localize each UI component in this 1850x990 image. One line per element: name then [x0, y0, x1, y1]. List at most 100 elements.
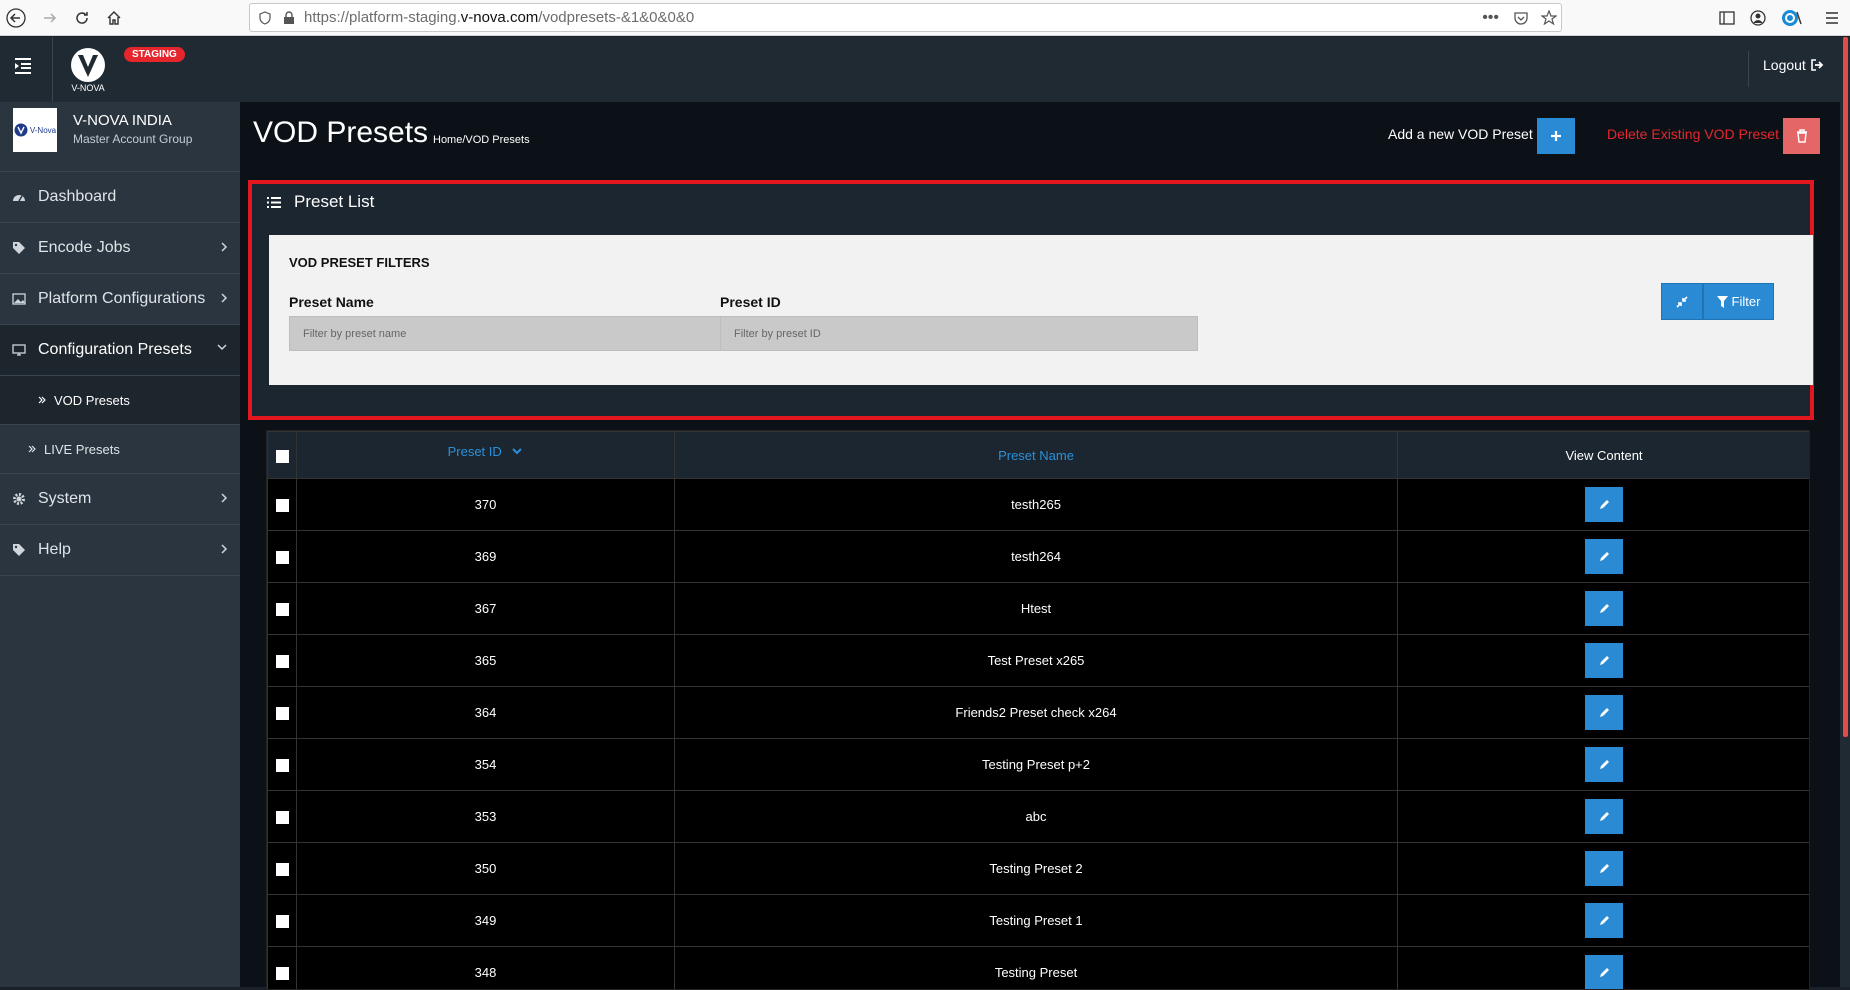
- gear-icon: [10, 492, 28, 506]
- table-row: 354Testing Preset p+2: [268, 739, 1811, 791]
- sidebar-item-platform-configurations[interactable]: Platform Configurations: [0, 274, 240, 325]
- row-checkbox[interactable]: [276, 863, 289, 876]
- reader-button[interactable]: [1713, 4, 1741, 32]
- sidebar-subitem-live-presets[interactable]: LIVE Presets: [0, 425, 240, 474]
- row-checkbox[interactable]: [276, 603, 289, 616]
- preset-name-label: Preset Name: [289, 294, 374, 310]
- view-content-cell: [1398, 687, 1811, 739]
- row-checkbox[interactable]: [276, 759, 289, 772]
- preset-list-panel: Preset List VOD PRESET FILTERS Preset Na…: [248, 180, 1814, 420]
- account-logo: V-Nova: [13, 108, 57, 152]
- preset-name-cell: abc: [675, 791, 1398, 843]
- edit-preset-button[interactable]: [1585, 851, 1623, 886]
- sidebar-item-encode-jobs[interactable]: Encode Jobs: [0, 223, 240, 274]
- row-select-cell: [268, 947, 297, 990]
- address-bar[interactable]: https://platform-staging.v-nova.com/vodp…: [249, 3, 1562, 32]
- row-checkbox[interactable]: [276, 967, 289, 980]
- column-header-preset-id[interactable]: Preset ID: [297, 432, 675, 479]
- filter-button[interactable]: Filter: [1703, 283, 1774, 320]
- edit-preset-button[interactable]: [1585, 903, 1623, 938]
- menu-button[interactable]: [1818, 4, 1846, 32]
- sidebar-item-label: Encode Jobs: [38, 239, 131, 257]
- sidebar-item-system[interactable]: System: [0, 474, 240, 525]
- view-content-cell: [1398, 791, 1811, 843]
- forward-button[interactable]: [36, 4, 64, 32]
- table-row: 365Test Preset x265: [268, 635, 1811, 687]
- edit-preset-button[interactable]: [1585, 487, 1623, 522]
- breadcrumb-home-link[interactable]: Home: [433, 134, 462, 146]
- preset-id-input[interactable]: [720, 316, 1198, 351]
- sidebar-item-label: Platform Configurations: [38, 290, 205, 308]
- sidebar-toggle-icon: [1719, 11, 1735, 25]
- preset-name-cell: Testing Preset 1: [675, 895, 1398, 947]
- account-button[interactable]: [1744, 4, 1772, 32]
- sidebar-subitem-vod-presets[interactable]: VOD Presets: [0, 376, 240, 425]
- sidebar-item-dashboard[interactable]: Dashboard: [0, 172, 240, 223]
- row-checkbox[interactable]: [276, 707, 289, 720]
- view-content-cell: [1398, 739, 1811, 791]
- more-icon[interactable]: •••: [1482, 9, 1499, 27]
- select-all-checkbox[interactable]: [276, 450, 289, 463]
- vnova-logo: V-NOVA: [66, 47, 110, 93]
- pocket-icon: [1513, 10, 1529, 26]
- preset-id-cell: 348: [297, 947, 675, 990]
- edit-preset-button[interactable]: [1585, 799, 1623, 834]
- double-chevron-right-icon: [28, 445, 36, 453]
- reload-button[interactable]: [68, 4, 96, 32]
- breadcrumb-current: VOD Presets: [465, 134, 529, 146]
- delete-preset-button[interactable]: [1783, 118, 1820, 154]
- preset-name-cell: Testing Preset 2: [675, 843, 1398, 895]
- row-checkbox[interactable]: [276, 811, 289, 824]
- row-checkbox[interactable]: [276, 551, 289, 564]
- sidebar-item-configuration-presets[interactable]: Configuration Presets: [0, 325, 240, 376]
- filters-title: VOD PRESET FILTERS: [289, 255, 430, 270]
- edit-preset-button[interactable]: [1585, 695, 1623, 730]
- account-name: V-NOVA INDIA: [73, 112, 172, 129]
- list-icon: [266, 196, 282, 209]
- row-checkbox[interactable]: [276, 915, 289, 928]
- sign-out-icon: [1810, 58, 1824, 72]
- preset-id-cell: 349: [297, 895, 675, 947]
- edit-preset-button[interactable]: [1585, 747, 1623, 782]
- url-text: https://platform-staging.v-nova.com/vodp…: [304, 9, 694, 26]
- edit-preset-button[interactable]: [1585, 955, 1623, 990]
- sort-desc-icon: [511, 448, 523, 456]
- back-button[interactable]: [2, 4, 30, 32]
- row-checkbox[interactable]: [276, 655, 289, 668]
- row-checkbox[interactable]: [276, 499, 289, 512]
- edit-preset-button[interactable]: [1585, 643, 1623, 678]
- collapse-filters-button[interactable]: [1661, 283, 1703, 320]
- preset-name-cell: Htest: [675, 583, 1398, 635]
- view-content-cell: [1398, 947, 1811, 990]
- home-button[interactable]: [100, 4, 128, 32]
- logout-button[interactable]: Logout: [1763, 57, 1824, 73]
- pencil-icon: [1599, 967, 1610, 978]
- scrollbar-thumb[interactable]: [1843, 37, 1848, 737]
- add-preset-button[interactable]: [1537, 118, 1575, 154]
- extension-button[interactable]: [1776, 4, 1804, 32]
- sidebar-toggle-button[interactable]: [12, 55, 38, 81]
- tags-icon: [10, 543, 28, 557]
- sidebar-item-label: System: [38, 490, 91, 508]
- page-scrollbar[interactable]: [1840, 37, 1850, 987]
- browser-toolbar: https://platform-staging.v-nova.com/vodp…: [0, 0, 1850, 36]
- lock-icon: [282, 11, 296, 25]
- edit-preset-button[interactable]: [1585, 539, 1623, 574]
- column-header-preset-name[interactable]: Preset Name: [675, 432, 1398, 479]
- hamburger-menu-icon: [1824, 11, 1840, 25]
- edit-preset-button[interactable]: [1585, 591, 1623, 626]
- image-icon: [10, 293, 28, 305]
- preset-name-cell: testh264: [675, 531, 1398, 583]
- filter-icon: [1717, 296, 1728, 308]
- preset-name-input[interactable]: [289, 316, 767, 351]
- chevron-down-icon: [216, 343, 228, 351]
- preset-id-cell: 354: [297, 739, 675, 791]
- environment-badge: STAGING: [124, 47, 185, 62]
- table-row: 348Testing Preset: [268, 947, 1811, 990]
- pencil-icon: [1599, 759, 1610, 770]
- row-select-cell: [268, 739, 297, 791]
- sidebar-subitem-label: LIVE Presets: [44, 442, 120, 457]
- sidebar-item-help[interactable]: Help: [0, 525, 240, 576]
- pencil-icon: [1599, 499, 1610, 510]
- row-select-cell: [268, 895, 297, 947]
